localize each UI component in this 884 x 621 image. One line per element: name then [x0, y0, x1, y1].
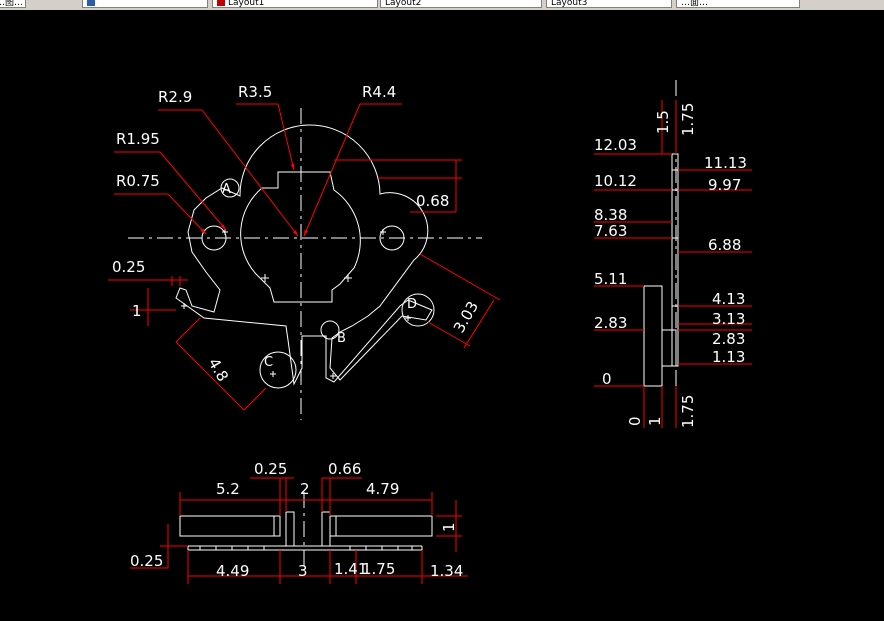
dim-763: 7.63	[594, 222, 627, 240]
mark-d: D	[407, 297, 417, 312]
dim-0-left: 0	[602, 370, 612, 388]
tab-layout2[interactable]: Layout2	[380, 0, 542, 8]
dim-303-label: 3.03	[450, 298, 482, 336]
dim-r075-label: R0.75	[116, 172, 160, 190]
dim-025-label: 0.25	[112, 258, 145, 276]
dim-413: 4.13	[712, 290, 745, 308]
bottom-profile	[179, 511, 433, 551]
dim-r44-label: R4.4	[362, 83, 396, 101]
dim-3: 3	[298, 562, 308, 580]
dim-1012: 10.12	[594, 172, 637, 190]
dim-top-175: 1.75	[679, 103, 697, 136]
front-dimensions	[108, 103, 501, 411]
dim-r29-label: R2.9	[158, 88, 192, 106]
dim-top-15: 1.5	[654, 110, 672, 134]
mark-c: C	[264, 355, 273, 370]
bottom-view: 5.2 0.25 2 0.66 4.79 1 0.25 4.49 3 1.41 …	[130, 460, 468, 584]
dim-113: 1.13	[712, 348, 745, 366]
tab-label: Layout2	[385, 0, 422, 8]
dim-449: 4.49	[216, 562, 249, 580]
dim-1-bottom: 1	[440, 522, 458, 532]
center-opening	[240, 171, 361, 303]
layout-icon	[217, 0, 225, 6]
dim-bottom-0: 0	[626, 416, 644, 426]
dim-1-label: 1	[132, 302, 142, 320]
plate-outline	[175, 124, 433, 386]
dim-1203: 12.03	[594, 136, 637, 154]
layout-tab-bar: …图… Layout1 Layout2 Layout3 …面…	[0, 0, 884, 10]
dim-479: 4.79	[366, 480, 399, 498]
sheet-icon	[87, 0, 95, 6]
dim-997: 9.97	[708, 176, 741, 194]
mark-b: B	[337, 331, 346, 346]
tab-label: Layout1	[228, 0, 265, 8]
tab-blank[interactable]	[82, 0, 208, 8]
front-dimension-labels: R2.9 R3.5 R4.4 R1.95 R0.75 0.68 0.25 1 4…	[112, 83, 482, 385]
dim-175: 1.75	[362, 560, 395, 578]
dim-688: 6.88	[708, 236, 741, 254]
dim-025-left: 0.25	[130, 552, 163, 570]
mark-a: A	[222, 182, 231, 197]
dim-283-left: 2.83	[594, 314, 627, 332]
side-dimension-labels: 1.5 1.75 12.03 10.12 8.38 7.63 5.11 2.83…	[594, 103, 747, 428]
tab-label: Layout3	[551, 0, 588, 8]
dim-025-top: 0.25	[254, 460, 287, 478]
dim-066: 0.66	[328, 460, 361, 478]
tab-model[interactable]: …图…	[0, 0, 26, 8]
dim-2: 2	[300, 480, 310, 498]
dim-r35-label: R3.5	[238, 83, 272, 101]
dim-283-right: 2.83	[712, 330, 745, 348]
dim-52: 5.2	[216, 480, 240, 498]
dim-bottom-1: 1	[646, 416, 664, 426]
dim-r195-label: R1.95	[116, 130, 160, 148]
dim-313: 3.13	[712, 310, 745, 328]
drawing-canvas[interactable]: R2.9 R3.5 R4.4 R1.95 R0.75 0.68 0.25 1 4…	[0, 10, 884, 621]
tab-plane[interactable]: …面…	[676, 0, 800, 8]
center-crosses	[181, 229, 411, 379]
dim-068-label: 0.68	[416, 192, 449, 210]
tab-label: …面…	[681, 0, 709, 8]
dim-134: 1.34	[430, 562, 463, 580]
dim-48-label: 4.8	[205, 355, 233, 385]
front-centerlines	[128, 108, 482, 420]
dim-1113: 11.13	[704, 154, 747, 172]
side-view: 1.5 1.75 12.03 10.12 8.38 7.63 5.11 2.83…	[594, 80, 752, 428]
dim-511: 5.11	[594, 270, 627, 288]
tab-label: …图…	[0, 0, 24, 8]
side-profile	[643, 153, 679, 387]
dim-bottom-175: 1.75	[679, 395, 697, 428]
front-view: R2.9 R3.5 R4.4 R1.95 R0.75 0.68 0.25 1 4…	[108, 83, 501, 420]
tab-layout3[interactable]: Layout3	[546, 0, 672, 8]
tab-layout1[interactable]: Layout1	[212, 0, 378, 8]
